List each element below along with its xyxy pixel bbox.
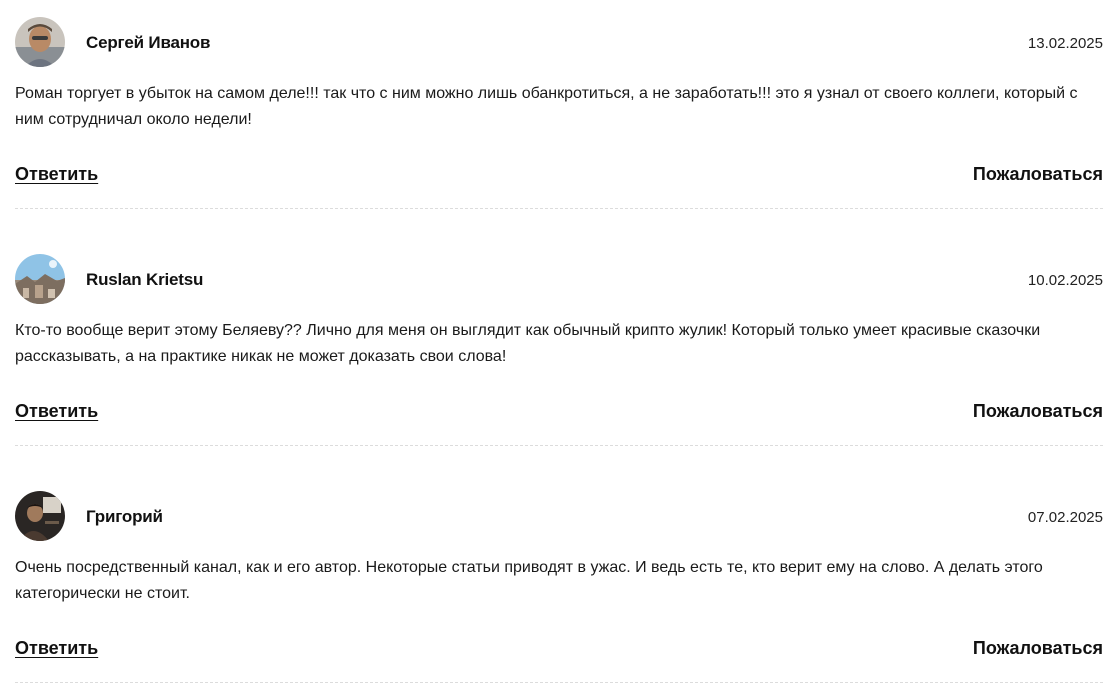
comment-header: Ruslan Krietsu 10.02.2025	[15, 254, 1103, 305]
avatar[interactable]	[15, 17, 65, 67]
comment-header: Сергей Иванов 13.02.2025	[15, 17, 1103, 68]
comment-date: 10.02.2025	[1027, 272, 1103, 289]
comment-text: Очень посредственный канал, как и его ав…	[15, 559, 1043, 602]
avatar[interactable]	[15, 491, 65, 541]
comment-item: Ruslan Krietsu 10.02.2025 Кто-то вообще …	[15, 254, 1103, 446]
comment-header: Григорий 07.02.2025	[15, 491, 1103, 542]
avatar[interactable]	[15, 254, 65, 304]
comment-item: Григорий 07.02.2025 Очень посредственный…	[15, 491, 1103, 683]
comment-actions: Ответить Пожаловаться	[15, 164, 1103, 194]
comment-actions: Ответить Пожаловаться	[15, 638, 1103, 668]
report-link[interactable]: Пожаловаться	[973, 638, 1103, 659]
comment-text: Роман торгует в убыток на самом деле!!! …	[15, 85, 1078, 128]
comment-item: Сергей Иванов 13.02.2025 Роман торгует в…	[15, 17, 1103, 209]
avatar-photo-icon	[15, 17, 65, 67]
comments-list: Сергей Иванов 13.02.2025 Роман торгует в…	[15, 0, 1103, 683]
comment-author: Сергей Иванов	[86, 33, 211, 52]
reply-link[interactable]: Ответить	[15, 401, 98, 422]
comment-text: Кто-то вообще верит этому Беляеву?? Личн…	[15, 322, 1041, 365]
avatar-photo-icon	[15, 254, 65, 304]
comment-author: Ruslan Krietsu	[86, 270, 204, 289]
avatar-photo-icon	[15, 491, 65, 541]
comment-date: 07.02.2025	[1027, 509, 1103, 526]
report-link[interactable]: Пожаловаться	[973, 401, 1103, 422]
comment-date: 13.02.2025	[1027, 35, 1103, 52]
comment-author: Григорий	[86, 507, 163, 526]
report-link[interactable]: Пожаловаться	[973, 164, 1103, 185]
reply-link[interactable]: Ответить	[15, 638, 98, 659]
comment-actions: Ответить Пожаловаться	[15, 401, 1103, 431]
reply-link[interactable]: Ответить	[15, 164, 98, 185]
